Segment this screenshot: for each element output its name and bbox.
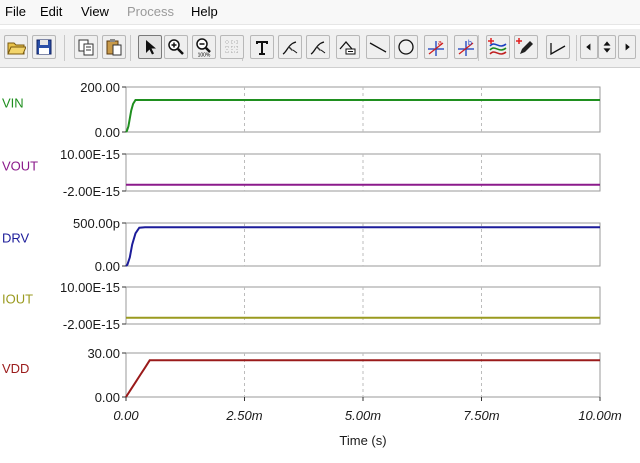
text-tool-icon [256,41,268,55]
grid-button[interactable] [220,35,244,59]
grid-icon [225,40,239,54]
vdd-ytick-bottom: 0.00 [95,390,120,405]
select-arrow-icon [146,40,156,55]
vout-ytick-bottom: -2.00E-15 [63,184,120,199]
cursor-a-button[interactable] [278,35,302,59]
vout-signal-label[interactable]: VOUT [2,159,38,174]
menu-view[interactable]: View [81,4,109,19]
vdd-ytick-top: 30.00 [87,346,120,361]
cursor-a-crosshair-button[interactable]: a [424,35,448,59]
x-tick-label: 5.00m [345,408,381,423]
paste-button[interactable] [102,35,126,59]
cursor-a-crosshair-icon: a [428,40,444,56]
select-arrow-button[interactable] [138,35,162,59]
toolbar: 100% a b [0,28,640,68]
iout-ytick-top: 10.00E-15 [60,280,120,295]
scroll-right-icon [625,43,630,51]
zoom-100-icon: 100% [196,38,211,58]
scroll-updown-icon [603,41,611,53]
vin-ytick-bottom: 0.00 [95,125,120,140]
open-file-icon [7,42,26,55]
vin-signal-label[interactable]: VIN [2,96,24,111]
x-tick-label: 7.50m [463,408,499,423]
curve-add-icon [488,38,507,55]
circle-tool-button[interactable] [394,35,418,59]
text-tool-button[interactable] [250,35,274,59]
measure-button[interactable] [336,35,360,59]
save-button[interactable] [32,35,56,59]
plot-area: 200.00 0.00 VIN 10.00E-15 -2.00E-15 VOUT 500.0… [0,66,640,459]
toolbar-separator [576,35,577,61]
copy-icon [78,39,94,56]
cursor-a-icon [282,41,298,55]
line-tool-icon [369,42,387,53]
scroll-left-button[interactable] [580,35,598,59]
menu-file[interactable]: File [5,4,26,19]
waveform-chart[interactable]: 200.00 0.00 VIN 10.00E-15 -2.00E-15 VOUT 500.0… [0,66,640,459]
scroll-left-icon [586,43,591,51]
menu-edit[interactable]: Edit [40,4,62,19]
measure-icon [339,41,356,55]
toolbar-separator [478,35,479,61]
iout-ytick-bottom: -2.00E-15 [63,317,120,332]
x-tick-label: 2.50m [225,408,262,423]
cursor-b-button[interactable] [306,35,330,59]
pen-icon [516,38,533,54]
x-tick-label: 10.00m [578,408,622,423]
menu-bar: File Edit View Process Help [0,0,640,25]
toolbar-separator [130,35,131,61]
vout-ytick-top: 10.00E-15 [60,147,120,162]
zoom-in-icon [168,39,184,55]
vin-ytick-top: 200.00 [80,80,120,95]
cursor-b-icon [310,41,326,55]
zoom-100-button[interactable]: 100% [192,35,216,59]
copy-button[interactable] [74,35,98,59]
circle-tool-icon [398,39,414,55]
drv-signal-label[interactable]: DRV [2,231,30,246]
paste-icon [106,39,122,56]
scroll-right-button[interactable] [618,35,636,59]
iout-signal-label[interactable]: IOUT [2,292,33,307]
step-tool-button[interactable] [546,35,570,59]
save-icon [36,39,52,55]
menu-help[interactable]: Help [191,4,218,19]
pen-button[interactable] [514,35,538,59]
open-file-button[interactable] [4,35,28,59]
scroll-updown-button[interactable] [598,35,616,59]
vdd-signal-label[interactable]: VDD [2,361,29,376]
cursor-b-crosshair-icon: b [458,40,474,56]
svg-text:a: a [438,40,442,47]
step-tool-icon [550,43,566,56]
zoom-in-button[interactable] [164,35,188,59]
svg-text:b: b [468,40,472,47]
x-tick-label: 0.00 [113,408,139,423]
x-axis-title: Time (s) [339,433,386,448]
curve-add-button[interactable] [486,35,510,59]
toolbar-separator [64,35,65,61]
zoom-100-label: 100% [198,53,211,58]
menu-process[interactable]: Process [127,4,174,19]
line-tool-button[interactable] [366,35,390,59]
cursor-b-crosshair-button[interactable]: b [454,35,478,59]
drv-ytick-top: 500.00p [73,216,120,231]
drv-ytick-bottom: 0.00 [95,259,120,274]
